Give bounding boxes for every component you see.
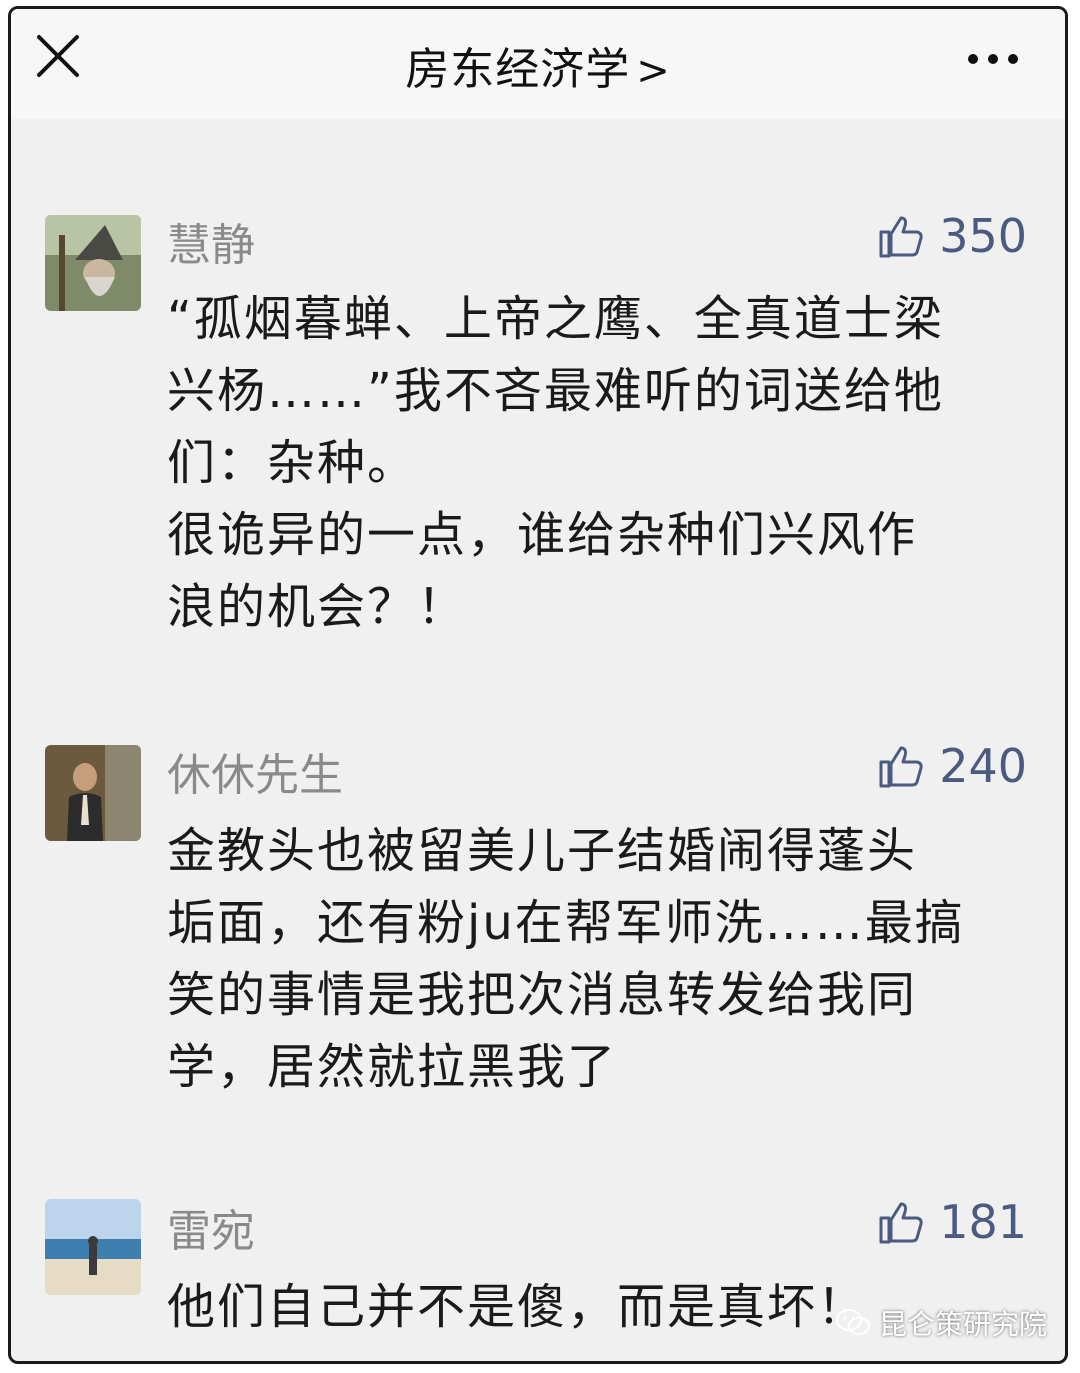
comment-line: 很诡异的一点，谁给杂种们兴风作 [167,507,918,563]
page-title[interactable]: 房东经济学 > [11,33,1065,97]
avatar[interactable] [45,1199,141,1295]
wechat-icon [835,1309,870,1335]
comment-line: 垢面，还有粉ju在帮军师洗……最搞 [167,895,965,951]
comment-line: “孤烟暮蝉、上帝之鹰、全真道士梁 [167,291,944,347]
comment-line: 们：杂种。 [167,435,418,491]
like-button[interactable]: 240 [877,739,1027,793]
avatar[interactable] [45,745,141,841]
thumbs-up-icon [879,1202,923,1244]
more-button[interactable] [963,49,1023,69]
comment-text: 金教头也被留美儿子结婚闹得蓬头 垢面，还有粉ju在帮军师洗……最搞 笑的事情是我… [167,815,1027,1103]
watermark: 昆仑策研究院 [835,1303,1047,1343]
top-bar: 房东经济学 > [11,9,1065,119]
comment-line: 笑的事情是我把次消息转发给我同 [167,967,918,1023]
comment-text: “孤烟暮蝉、上帝之鹰、全真道士梁 兴杨……”我不吝最难听的词送给牠 们：杂种。 … [167,283,1027,643]
comment-line: 学，居然就拉黑我了 [167,1039,618,1095]
like-count: 240 [939,739,1027,793]
app-window: 房东经济学 > 慧静 350 “孤烟暮蝉、上帝之鹰、全真道士梁 兴杨……”我不吝… [8,6,1068,1364]
thumbs-up-icon [879,216,923,258]
commenter-name[interactable]: 休休先生 [167,739,343,803]
like-button[interactable]: 181 [877,1195,1027,1249]
thumbs-up-icon [879,746,923,788]
comment-line: 兴杨……”我不吝最难听的词送给牠 [167,363,944,419]
comment-line: 金教头也被留美儿子结婚闹得蓬头 [167,823,918,879]
like-button[interactable]: 350 [877,209,1027,263]
watermark-text: 昆仑策研究院 [878,1308,1047,1341]
more-dots-icon [968,54,1018,64]
avatar[interactable] [45,215,141,311]
page-title-text: 房东经济学 [405,44,631,95]
commenter-name[interactable]: 雷宛 [167,1195,255,1259]
like-count: 181 [939,1195,1027,1249]
chevron-right-icon: > [636,48,671,94]
commenter-name[interactable]: 慧静 [167,209,255,273]
like-count: 350 [939,209,1027,263]
comment-line: 浪的机会？！ [167,579,468,635]
